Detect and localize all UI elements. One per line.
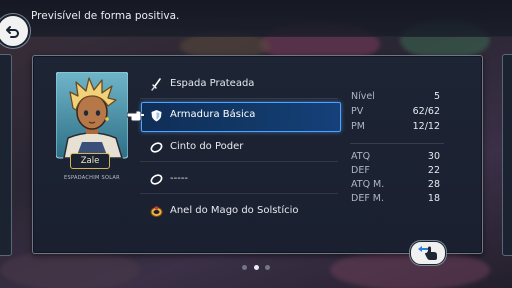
character-class: ESPADACHIM SOLAR [64, 175, 120, 181]
hint-text: Previsível de forma positiva. [31, 10, 180, 22]
hand-pointer-icon [127, 110, 144, 122]
equipment-slot-accessory-1[interactable]: Cinto do Poder [140, 134, 338, 162]
page-dot[interactable] [242, 265, 247, 270]
equipment-slot-accessory-2[interactable]: ----- [140, 166, 338, 194]
equipment-slot-label: Espada Prateada [170, 78, 255, 89]
stat-value-magic-attack: 28 [427, 179, 440, 190]
stat-value-level: 5 [433, 91, 440, 102]
next-page-panel[interactable] [502, 54, 512, 256]
stat-label-hp: PV [351, 106, 364, 117]
equipment-slot-label: Armadura Básica [170, 109, 256, 120]
equipment-slot-label: ----- [170, 173, 189, 184]
equipment-slot-label: Anel do Mago do Solstício [170, 205, 299, 216]
stat-label-magic-attack: ATQ M. [351, 179, 385, 190]
back-arrow-icon [6, 26, 19, 38]
stat-value-hp: 62/62 [412, 106, 440, 117]
equipment-slot-weapon[interactable]: Espada Prateada [140, 71, 338, 99]
stat-value-magic-defense: 18 [427, 193, 440, 204]
character-name-badge: Zale [70, 153, 110, 169]
previous-page-panel[interactable] [0, 54, 12, 256]
character-portrait [56, 72, 128, 162]
equipment-slot-armor[interactable]: Armadura Básica [140, 102, 341, 132]
swap-hand-icon [418, 246, 437, 260]
switch-character-button[interactable] [410, 241, 446, 265]
stat-label-defense: DEF [351, 165, 370, 176]
stat-label-mp: PM [351, 121, 365, 132]
equipment-slot-label: Cinto do Poder [170, 141, 244, 152]
equipment-panel: Zale ESPADACHIM SOLAR Espada Prateada Ar… [32, 55, 483, 265]
ring-icon [150, 206, 163, 217]
armor-icon [151, 110, 162, 122]
stat-value-mp: 12/12 [412, 121, 440, 132]
stat-label-level: Nível [351, 91, 375, 102]
page-dot[interactable] [265, 265, 270, 270]
stat-label-magic-defense: DEF M. [351, 193, 385, 204]
belt-icon [150, 142, 163, 153]
stat-value-attack: 30 [427, 151, 440, 162]
stats-divider [350, 143, 444, 144]
stat-value-defense: 22 [427, 165, 440, 176]
trinket-icon [150, 174, 163, 185]
hint-bar: Previsível de forma positiva. [0, 0, 512, 37]
stat-label-attack: ATQ [351, 151, 371, 162]
equipment-slot-accessory-3[interactable]: Anel do Mago do Solstício [140, 198, 338, 226]
page-dot-active[interactable] [254, 265, 259, 270]
sword-icon [151, 78, 161, 91]
